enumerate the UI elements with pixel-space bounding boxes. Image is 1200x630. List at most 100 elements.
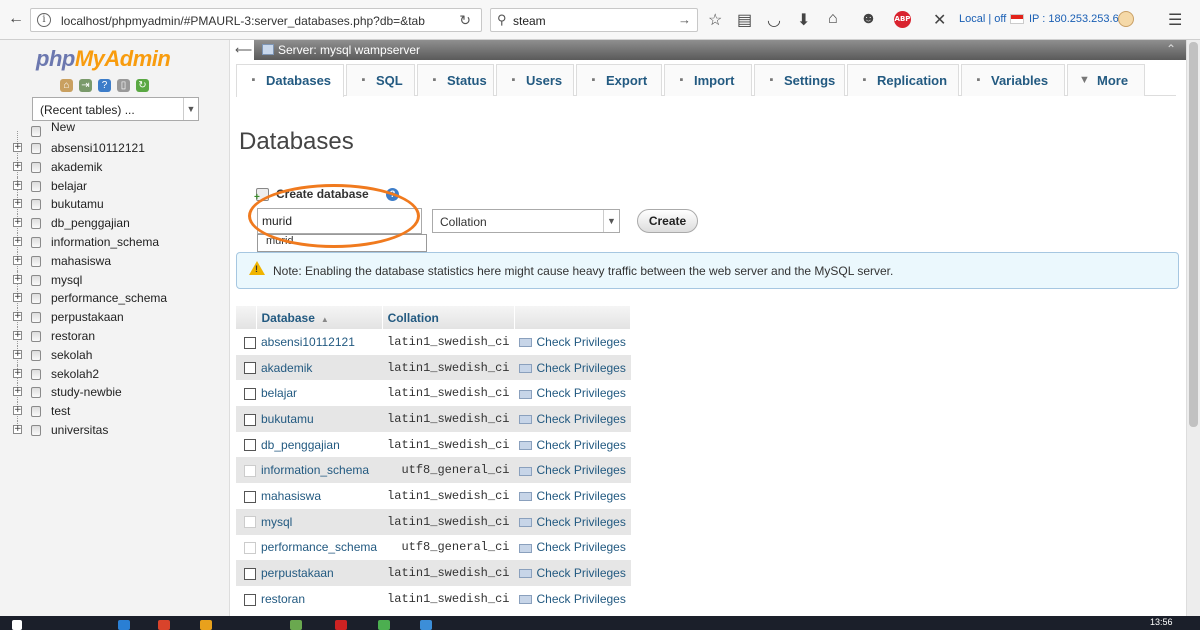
- home-icon[interactable]: ⌂: [828, 10, 838, 28]
- database-name-link[interactable]: information_schema: [256, 457, 383, 484]
- row-checkbox[interactable]: [244, 567, 256, 580]
- expand-icon[interactable]: +: [13, 293, 22, 303]
- row-checkbox[interactable]: [244, 593, 256, 606]
- header-collation[interactable]: Collation: [382, 306, 515, 329]
- tree-item-information_schema[interactable]: + information_schema: [10, 232, 226, 252]
- tab-variables[interactable]: ▪ Variables: [961, 64, 1065, 96]
- help-icon[interactable]: ?: [98, 79, 111, 92]
- row-checkbox[interactable]: [244, 336, 256, 349]
- row-checkbox[interactable]: [244, 490, 256, 503]
- row-checkbox[interactable]: [244, 439, 256, 452]
- search-go-icon[interactable]: →: [678, 12, 691, 27]
- windows-start-icon[interactable]: [12, 620, 22, 630]
- tree-item-test[interactable]: + test: [10, 402, 226, 421]
- tab-replication[interactable]: ▪ Replication: [847, 64, 959, 96]
- row-checkbox[interactable]: [244, 362, 256, 375]
- expand-icon[interactable]: +: [13, 424, 22, 434]
- reload-icon[interactable]: ↻: [459, 12, 471, 29]
- database-name-link[interactable]: akademik: [256, 354, 383, 381]
- home-icon[interactable]: ⌂: [60, 79, 73, 92]
- connection-status[interactable]: Local | off: [959, 13, 1006, 25]
- expand-icon[interactable]: +: [13, 255, 22, 265]
- check-privileges-link[interactable]: Check Privileges: [514, 508, 631, 535]
- page-scrollbar[interactable]: [1186, 40, 1200, 616]
- check-privileges-link[interactable]: Check Privileges: [514, 534, 631, 561]
- server-title[interactable]: Server: mysql wampserver: [278, 43, 420, 57]
- tab-sql[interactable]: ▪ SQL: [346, 64, 415, 96]
- tree-item-sekolah[interactable]: + sekolah: [10, 345, 226, 365]
- check-privileges-link[interactable]: Check Privileges: [514, 560, 631, 586]
- expand-icon[interactable]: +: [13, 199, 22, 209]
- tree-item-bukutamu[interactable]: + bukutamu: [10, 195, 226, 215]
- collapse-up-icon[interactable]: ⌃: [1166, 42, 1176, 56]
- taskbar-app-icon[interactable]: [420, 620, 432, 630]
- database-name-link[interactable]: mysql: [256, 508, 383, 535]
- collation-select[interactable]: Collation ▼: [432, 209, 620, 233]
- expand-icon[interactable]: +: [13, 236, 22, 246]
- database-name-link[interactable]: restoran: [256, 585, 383, 612]
- create-button[interactable]: Create: [637, 209, 698, 233]
- tab-status[interactable]: ▪ Status: [417, 64, 494, 96]
- check-privileges-link[interactable]: Check Privileges: [514, 354, 631, 381]
- taskbar-app-icon[interactable]: [118, 620, 130, 630]
- tab-settings[interactable]: ▪ Settings: [754, 64, 845, 96]
- docs-icon[interactable]: ▯: [117, 79, 130, 92]
- tree-item-new[interactable]: New: [10, 120, 226, 148]
- taskbar-app-icon[interactable]: [335, 620, 347, 630]
- database-name-link[interactable]: bukutamu: [256, 406, 383, 432]
- expand-icon[interactable]: +: [13, 274, 22, 284]
- adblock-icon[interactable]: ABP: [894, 11, 911, 28]
- expand-icon[interactable]: +: [13, 143, 22, 152]
- tree-item-mysql[interactable]: + mysql: [10, 270, 226, 290]
- expand-icon[interactable]: +: [13, 312, 22, 322]
- database-name-link[interactable]: perpustakaan: [256, 560, 383, 586]
- expand-icon[interactable]: +: [13, 180, 22, 190]
- taskbar-app-icon[interactable]: [158, 620, 170, 630]
- reading-list-icon[interactable]: ▤: [737, 10, 752, 30]
- database-name-link[interactable]: belajar: [256, 380, 383, 407]
- address-bar[interactable]: i localhost/phpmyadmin/#PMAURL-3:server_…: [30, 8, 482, 32]
- tree-item-mahasiswa[interactable]: + mahasiswa: [10, 251, 226, 271]
- collapse-sidebar-icon[interactable]: ⟵: [235, 43, 252, 57]
- search-bar[interactable]: ⚲ steam →: [490, 8, 698, 32]
- recent-tables-select[interactable]: (Recent tables) ... ▼: [32, 97, 199, 121]
- expand-icon[interactable]: +: [13, 218, 22, 228]
- database-name-link[interactable]: absensi10112121: [256, 329, 383, 355]
- reload-icon[interactable]: ↻: [136, 79, 149, 92]
- download-icon[interactable]: ⬇: [797, 10, 810, 30]
- smiley-icon[interactable]: ☻: [860, 10, 877, 28]
- tree-item-sekolah2[interactable]: + sekolah2: [10, 364, 226, 384]
- taskbar-app-icon[interactable]: [200, 620, 212, 630]
- expand-icon[interactable]: +: [13, 330, 22, 340]
- expand-icon[interactable]: +: [13, 387, 22, 397]
- expand-icon[interactable]: +: [13, 406, 22, 416]
- database-name-link[interactable]: mahasiswa: [256, 483, 383, 509]
- row-checkbox[interactable]: [244, 413, 256, 426]
- pocket-icon[interactable]: ◡: [767, 10, 781, 30]
- extension-avatar-icon[interactable]: [1118, 11, 1134, 27]
- database-name-link[interactable]: performance_schema: [256, 534, 383, 561]
- tree-item-restoran[interactable]: + restoran: [10, 326, 226, 346]
- expand-icon[interactable]: +: [13, 349, 22, 359]
- header-database[interactable]: Database ▲: [256, 306, 383, 329]
- tree-item-performance_schema[interactable]: + performance_schema: [10, 289, 226, 309]
- tree-item-absensi10112121[interactable]: + absensi10112121: [10, 139, 226, 158]
- site-info-icon[interactable]: i: [37, 13, 51, 27]
- row-checkbox[interactable]: [244, 388, 256, 401]
- x-extension-icon[interactable]: ✕: [933, 10, 946, 30]
- check-privileges-link[interactable]: Check Privileges: [514, 483, 631, 509]
- check-privileges-link[interactable]: Check Privileges: [514, 329, 631, 355]
- logout-icon[interactable]: ⇥: [79, 79, 92, 92]
- check-privileges-link[interactable]: Check Privileges: [514, 431, 631, 458]
- tab-users[interactable]: ▪ Users: [496, 64, 574, 96]
- check-privileges-link[interactable]: Check Privileges: [514, 406, 631, 432]
- tree-item-belajar[interactable]: + belajar: [10, 176, 226, 196]
- expand-icon[interactable]: +: [13, 161, 22, 171]
- check-privileges-link[interactable]: Check Privileges: [514, 585, 631, 612]
- database-name-link[interactable]: db_penggajian: [256, 431, 383, 458]
- tree-item-perpustakaan[interactable]: + perpustakaan: [10, 308, 226, 327]
- expand-icon[interactable]: +: [13, 368, 22, 378]
- tab-databases[interactable]: ▪ Databases: [236, 64, 344, 97]
- check-privileges-link[interactable]: Check Privileges: [514, 457, 631, 484]
- tree-item-db_penggajian[interactable]: + db_penggajian: [10, 214, 226, 233]
